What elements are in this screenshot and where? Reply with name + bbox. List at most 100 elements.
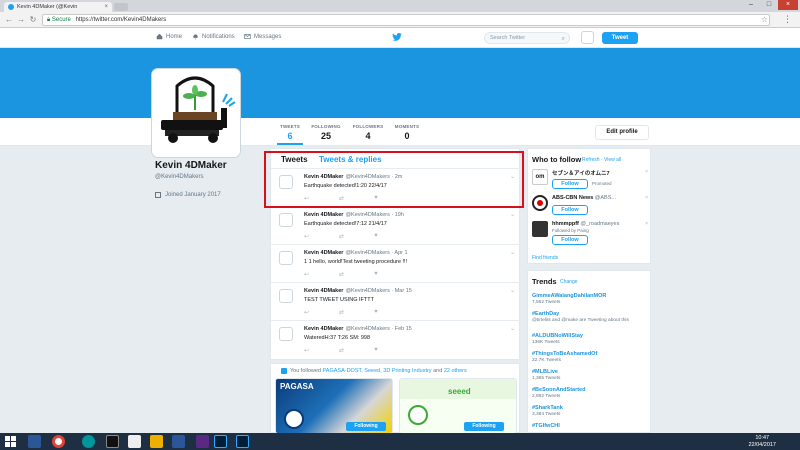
tweet-author[interactable]: Kevin 4DMaker [304,250,343,256]
chevron-down-icon[interactable]: ⌄ [510,211,515,218]
like-icon[interactable]: ♥ [374,271,378,278]
tweet-author[interactable]: Kevin 4DMaker [304,288,343,294]
system-tray[interactable] [698,437,738,446]
taskbar-app-icon[interactable] [106,435,119,448]
retweet-icon[interactable]: ⇄ [339,233,344,240]
taskbar-photoshop-icon[interactable] [214,435,227,448]
taskbar-explorer-icon[interactable] [28,435,41,448]
profile-joined: Joined January 2017 [155,192,221,198]
forward-icon[interactable]: → [16,15,26,25]
tweet-item[interactable]: Kevin 4DMaker @Kevin4DMakers · Feb 15 Wat… [271,320,521,357]
tweet-avatar[interactable] [279,327,293,341]
wtf-name[interactable]: ABS-CBN News @ABS... [552,195,616,201]
taskbar-word-icon[interactable] [172,435,185,448]
trend-item[interactable]: #MLBLive 1,365 Tweets [532,369,650,381]
follow-button[interactable]: Follow [552,205,588,215]
followed-accounts[interactable]: PAGASA-DOST, Seeed, 3D Printing Industry [323,368,432,374]
trend-item[interactable]: #ALDUBNoWillStay 136K Tweets [532,333,650,345]
chevron-down-icon[interactable]: ⌄ [510,249,515,256]
address-bar[interactable]: 🔒︎ Secure https://twitter.com/Kevin4DMak… [42,14,770,26]
taskbar-app-icon[interactable] [196,435,209,448]
wtf-name[interactable]: hhmmppff @_roadmaeyes [552,221,619,227]
dismiss-icon[interactable]: × [645,195,648,201]
abs-cbn-avatar[interactable] [532,195,548,211]
minimize-button[interactable]: – [744,0,758,10]
hhmmppff-avatar[interactable] [532,221,548,237]
followed-others[interactable]: 22 others [444,368,467,374]
follow-button[interactable]: Follow [552,179,588,189]
trend-item[interactable]: #BeSoonAndStarted 2,892 Tweets [532,387,650,399]
reload-icon[interactable]: ↻ [28,15,38,25]
seeed-card[interactable]: seeed Following [399,378,517,434]
taskbar-app-icon[interactable] [128,435,141,448]
tab-close-icon[interactable]: × [104,4,108,10]
tweet-avatar[interactable] [279,213,293,227]
taskbar-chrome-icon[interactable] [52,435,65,448]
twitter-bird-icon[interactable] [392,33,402,41]
reply-icon[interactable]: ↩ [304,233,309,240]
trend-item[interactable]: GimmeAWalangDahilanMOR 7,562 Tweets [532,293,650,305]
following-button[interactable]: Following [346,422,386,431]
nav-home[interactable]: Home [156,33,182,40]
wtf-handle: @_roadmaeyes [580,221,620,227]
like-icon[interactable]: ♥ [374,233,378,240]
dismiss-icon[interactable]: × [645,221,648,227]
trend-item[interactable]: #SharkTank 3,384 Tweets [532,405,650,417]
stat-moments[interactable]: MOMENTS 0 [388,124,426,141]
like-icon[interactable]: ♥ [374,347,378,354]
chevron-down-icon[interactable]: ⌄ [510,287,515,294]
chevron-down-icon[interactable]: ⌄ [510,325,515,332]
retweet-icon[interactable]: ⇄ [339,271,344,278]
nav-messages[interactable]: Messages [244,33,281,40]
tweet-item[interactable]: Kevin 4DMaker @Kevin4DMakers · Mar 15 TES… [271,282,521,319]
retweet-icon[interactable]: ⇄ [339,309,344,316]
omni7-avatar[interactable]: om [532,169,548,185]
tweet-avatar[interactable] [279,251,293,265]
reply-icon[interactable]: ↩ [304,309,309,316]
trend-name: #SharkTank [532,405,563,411]
dismiss-icon[interactable]: × [645,169,648,175]
nav-avatar[interactable] [581,31,594,44]
close-window-button[interactable]: × [778,0,798,10]
view-all-link[interactable]: View all [604,157,621,163]
edit-profile-button[interactable]: Edit profile [595,125,649,140]
trend-item[interactable]: #EarthDay @tirtelits and @make are Tweeti… [532,311,650,323]
follow-button[interactable]: Follow [552,235,588,245]
reply-icon[interactable]: ↩ [304,271,309,278]
pagasa-card[interactable]: PAGASA Following [275,378,393,434]
taskbar-photoshop-icon[interactable] [236,435,249,448]
taskbar-app-icon[interactable] [150,435,163,448]
search-input[interactable]: Search Twitter ⌕ [484,32,570,44]
stat-tweets[interactable]: TWEETS 6 [271,124,309,141]
reply-icon[interactable]: ↩ [304,347,309,354]
tweet-button[interactable]: Tweet [602,32,638,44]
profile-avatar[interactable] [152,69,240,157]
following-button[interactable]: Following [464,422,504,431]
nav-notifications[interactable]: Notifications [192,33,235,40]
new-tab-button[interactable] [114,3,128,11]
tweet-item[interactable]: Kevin 4DMaker @Kevin4DMakers · Apr 1 1 1 … [271,244,521,281]
trend-item[interactable]: #ThingsToBeAshamedOf 22.7K Tweets [532,351,650,363]
bookmark-star-icon[interactable]: ☆ [761,15,768,24]
stat-following[interactable]: FOLLOWING 25 [307,124,345,141]
retweet-icon[interactable]: ⇄ [339,347,344,354]
back-icon[interactable]: ← [4,15,14,25]
tweet-avatar[interactable] [279,289,293,303]
refresh-link[interactable]: Refresh [582,157,600,163]
tweet-item[interactable]: Kevin 4DMaker @Kevin4DMakers · 19h Earthq… [271,206,521,243]
trends-change-link[interactable]: Change [560,279,578,285]
find-friends-link[interactable]: Find friends [532,255,558,261]
stat-followers[interactable]: FOLLOWERS 4 [349,124,387,141]
browser-menu-icon[interactable]: ⋮ [783,14,792,25]
windows-start-icon[interactable] [5,436,16,447]
tweet-author[interactable]: Kevin 4DMaker [304,326,343,332]
tweet-author[interactable]: Kevin 4DMaker [304,212,343,218]
wtf-name[interactable]: セブン＆アイのオムニ7 [552,169,610,177]
taskbar-clock[interactable]: 10:47 22/04/2017 [748,435,776,448]
trend-item[interactable]: #TGIfwCHI [532,423,650,429]
trend-count: 136K Tweets [532,340,560,345]
maximize-button[interactable]: □ [762,0,776,10]
browser-tab[interactable]: Kevin 4DMaker (@Kevin × [4,2,112,12]
taskbar-arduino-icon[interactable] [82,435,95,448]
like-icon[interactable]: ♥ [374,309,378,316]
